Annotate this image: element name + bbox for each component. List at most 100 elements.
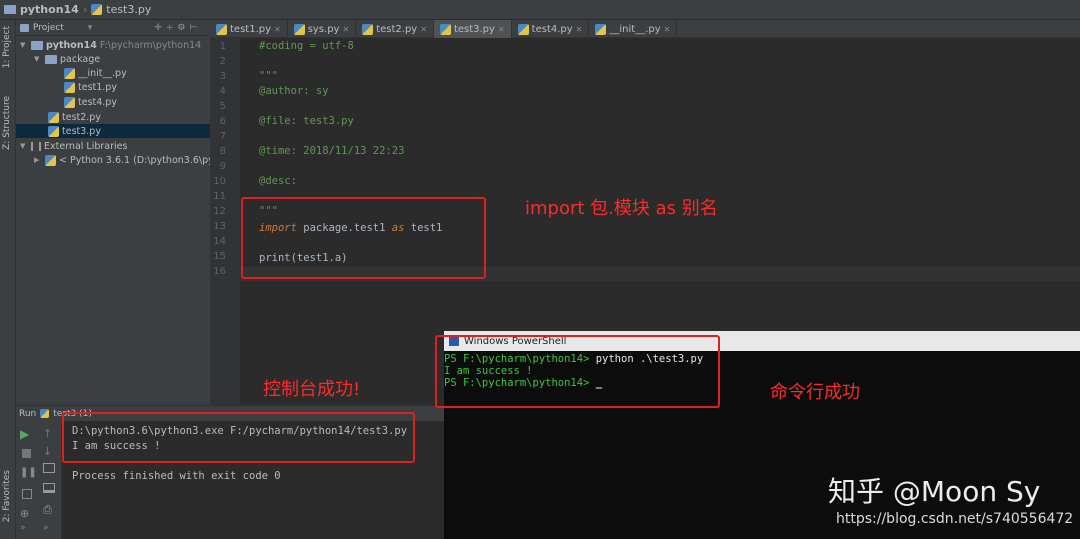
code-line-8: @time: 2018/11/13 22:23	[259, 145, 405, 157]
tree-item-label: test4.py	[78, 96, 117, 108]
tree-item-label: __init__.py	[78, 67, 127, 79]
tree-item-python-sdk[interactable]: ▶ < Python 3.6.1 (D:\python3.6\pyt	[34, 153, 217, 167]
tab-label: test1.py	[230, 23, 272, 35]
tree-item-label: test1.py	[78, 81, 117, 93]
library-icon	[31, 141, 41, 151]
python-file-icon	[48, 125, 59, 137]
folder-icon	[31, 40, 43, 50]
collapse-all-icon[interactable]: ÷	[166, 23, 174, 33]
line-number: 15	[213, 251, 226, 262]
stop-icon[interactable]	[20, 447, 34, 461]
soft-wrap-icon[interactable]	[43, 463, 57, 477]
tree-item-label: test3.py	[62, 125, 101, 137]
pin-icon[interactable]: ⊕	[20, 507, 34, 521]
python-file-icon	[362, 23, 374, 35]
line-number: 3	[219, 71, 226, 82]
close-icon[interactable]: ✕	[274, 25, 281, 34]
scroll-to-end-icon[interactable]	[43, 483, 57, 497]
close-icon[interactable]: ✕	[343, 25, 350, 34]
gear-icon[interactable]: ⚙	[177, 23, 185, 33]
close-icon[interactable]: ✕	[576, 25, 583, 34]
expand-arrow-icon[interactable]: ▼	[20, 41, 28, 49]
python-file-icon	[216, 23, 227, 35]
tab-label: sys.py	[307, 23, 340, 35]
console-success-label: 控制台成功!	[263, 379, 361, 400]
breadcrumb-file[interactable]: test3.py	[106, 3, 151, 16]
hide-panel-icon[interactable]: ⊢	[190, 23, 198, 33]
import-annotation-label: import 包.模块 as 别名	[525, 198, 718, 219]
tree-item-path: F:\pycharm\python14	[99, 39, 202, 51]
editor-tab-bar: test1.py ✕ sys.py ✕ test2.py ✕ test3.py ✕ te…	[210, 20, 1080, 38]
structure-tool-tab[interactable]: Z: Structure	[2, 96, 12, 150]
line-number: 11	[213, 191, 226, 202]
tree-item-label: test2.py	[62, 111, 101, 123]
tab-test2[interactable]: test2.py ✕	[356, 20, 434, 38]
python-file-icon	[48, 111, 59, 123]
dropdown-icon[interactable]: ▾	[88, 23, 93, 33]
project-panel: Project ▾ ✛ ÷ ⚙ ⊢ ▼ python14 F:\pycharm\…	[16, 20, 217, 405]
scroll-from-source-icon[interactable]: ✛	[154, 23, 162, 33]
close-icon[interactable]: ✕	[664, 25, 671, 34]
more-icon[interactable]: »	[20, 523, 34, 537]
cmd-annotation-box	[435, 335, 720, 408]
python-file-icon	[64, 81, 75, 93]
pause-icon[interactable]: ❚❚	[20, 467, 37, 481]
breadcrumb-project[interactable]: python14	[20, 3, 79, 16]
expand-arrow-icon[interactable]: ▼	[20, 142, 28, 150]
line-number: 13	[213, 221, 226, 232]
tree-item-label: External Libraries	[44, 140, 128, 152]
tree-item-package[interactable]: ▼ package	[34, 52, 100, 66]
close-icon[interactable]: ✕	[498, 25, 505, 34]
more-icon[interactable]: »	[43, 523, 57, 537]
tree-item-test2[interactable]: test2.py	[48, 110, 101, 124]
python-file-icon	[40, 409, 50, 418]
import-annotation-box	[241, 197, 486, 279]
tree-item-test4[interactable]: test4.py	[64, 95, 117, 109]
tree-item-test3[interactable]: test3.py	[16, 124, 210, 138]
python-sdk-icon	[45, 154, 56, 166]
print-icon[interactable]: ⎙	[43, 503, 57, 517]
python-file-icon	[91, 4, 103, 15]
line-number: 5	[219, 101, 226, 112]
code-line-3: """	[259, 70, 278, 82]
expand-arrow-icon[interactable]: ▶	[34, 156, 42, 164]
code-line-10: @desc:	[259, 175, 297, 187]
run-icon[interactable]: ▶	[20, 427, 34, 441]
tab-init[interactable]: __init__.py ✕	[589, 20, 678, 38]
folder-icon	[4, 5, 16, 14]
watermark-url: https://blog.csdn.net/s740556472	[836, 511, 1074, 527]
tree-item-test1[interactable]: test1.py	[64, 80, 117, 94]
project-view-selector[interactable]: Project	[33, 23, 64, 33]
scroll-down-icon[interactable]: ↓	[43, 445, 57, 459]
expand-arrow-icon[interactable]: ▼	[34, 55, 42, 63]
close-icon[interactable]: ✕	[420, 25, 427, 34]
python-file-icon	[64, 67, 75, 79]
tree-item-init[interactable]: __init__.py	[64, 66, 127, 80]
tab-label: __init__.py	[609, 23, 661, 35]
console-exit-line: Process finished with exit code 0	[72, 470, 281, 482]
code-line-4: @author: sy	[259, 85, 329, 97]
line-number: 8	[219, 146, 226, 157]
line-number: 9	[219, 161, 226, 172]
tab-test4[interactable]: test4.py ✕	[512, 20, 590, 38]
python-file-icon	[517, 23, 529, 35]
run-toolbar-secondary: ↑ ↓ ⎙ »	[38, 421, 62, 539]
favorites-tool-tab[interactable]: 2: Favorites	[2, 470, 12, 522]
layout-icon[interactable]	[20, 487, 34, 501]
line-number: 7	[219, 131, 226, 142]
tree-item-project-root[interactable]: ▼ python14 F:\pycharm\python14	[20, 38, 201, 52]
watermark-brand: 知乎 @Moon Sy	[828, 475, 1041, 508]
package-folder-icon	[45, 54, 57, 64]
run-toolbar-primary: ▶ ❚❚ ⊕ »	[16, 421, 38, 539]
project-tool-tab[interactable]: 1: Project	[2, 26, 12, 68]
project-view-icon	[20, 23, 29, 32]
line-number: 10	[213, 176, 226, 187]
tab-test1[interactable]: test1.py ✕	[210, 20, 288, 38]
tree-item-external-libraries[interactable]: ▼ External Libraries	[20, 139, 127, 153]
run-panel-title: Run	[19, 408, 37, 419]
scroll-up-icon[interactable]: ↑	[43, 427, 57, 441]
tab-test3[interactable]: test3.py ✕	[433, 20, 512, 38]
tab-label: test3.py	[453, 23, 495, 35]
tab-sys[interactable]: sys.py ✕	[288, 20, 357, 38]
console-annotation-box	[62, 412, 415, 463]
